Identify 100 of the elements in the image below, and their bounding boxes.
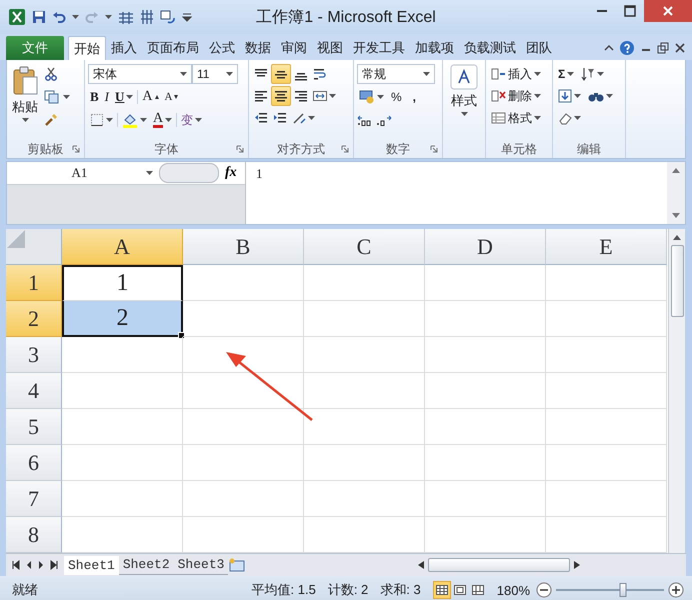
dialog-launcher-icon[interactable] [430, 145, 438, 153]
table-cell[interactable] [425, 301, 546, 337]
refresh-tool-icon[interactable] [160, 10, 176, 24]
restore-window-icon[interactable] [657, 42, 669, 54]
sheet-tab[interactable]: Sheet2 [118, 555, 174, 575]
cells-menu-button[interactable]: 删除 [489, 86, 543, 106]
decrease-font-size-button[interactable]: A [162, 87, 180, 107]
phonetic-guide-button[interactable]: 变 [179, 110, 204, 130]
ribbon-tab[interactable]: 负载测试 [459, 36, 521, 60]
first-sheet-icon[interactable] [12, 560, 20, 570]
row-header[interactable]: 1 [6, 265, 62, 301]
row-header[interactable]: 5 [6, 409, 62, 445]
column-tool-icon[interactable] [140, 9, 154, 25]
table-cell[interactable] [425, 445, 546, 481]
table-cell[interactable] [304, 337, 425, 373]
table-cell[interactable] [183, 265, 304, 301]
dialog-launcher-icon[interactable] [236, 145, 244, 153]
close-button[interactable] [644, 0, 692, 22]
spreadsheet-app-icon[interactable] [8, 8, 26, 26]
table-cell[interactable] [425, 337, 546, 373]
column-header[interactable]: B [183, 229, 304, 265]
table-cell[interactable] [183, 481, 304, 517]
help-icon[interactable] [619, 40, 635, 56]
column-header[interactable]: A [62, 229, 183, 265]
ribbon-tab[interactable]: 页面布局 [142, 36, 204, 60]
number-format-dropdown[interactable]: 常规 [357, 64, 435, 84]
table-cell[interactable] [425, 409, 546, 445]
ribbon-tab[interactable]: 视图 [312, 36, 348, 60]
table-cell[interactable] [546, 481, 667, 517]
font-size-dropdown[interactable]: 11 [192, 64, 238, 84]
normal-view-button[interactable] [432, 581, 451, 599]
table-cell[interactable] [62, 373, 183, 409]
fill-handle[interactable] [178, 332, 185, 339]
underline-button[interactable]: U [113, 87, 136, 107]
grid-tool-icon[interactable] [118, 10, 134, 24]
row-header[interactable]: 3 [6, 337, 62, 373]
table-cell[interactable] [304, 265, 425, 301]
table-cell[interactable] [62, 445, 183, 481]
font-color-button[interactable]: A [151, 110, 174, 130]
table-cell[interactable]: 2 [62, 301, 183, 337]
undo-icon[interactable] [52, 10, 66, 24]
row-header[interactable]: 8 [6, 517, 62, 553]
autosum-button[interactable]: Σ [556, 64, 576, 84]
file-tab[interactable]: 文件 [6, 36, 64, 60]
increase-decimal-icon[interactable] [357, 114, 373, 126]
table-cell[interactable] [304, 373, 425, 409]
ribbon-tab[interactable]: 开始 [68, 36, 106, 60]
middle-align-button[interactable] [271, 64, 291, 84]
increase-font-size-button[interactable]: A [140, 87, 161, 107]
ribbon-tab[interactable]: 公式 [204, 36, 240, 60]
percent-style-button[interactable]: % [389, 87, 404, 107]
save-icon[interactable] [32, 10, 46, 24]
ribbon-tab[interactable]: 加载项 [410, 36, 459, 60]
table-cell[interactable] [425, 265, 546, 301]
scrollbar-thumb[interactable] [670, 245, 684, 317]
copy-icon[interactable] [44, 90, 60, 104]
customize-menu-icon[interactable] [182, 12, 192, 22]
previous-sheet-icon[interactable] [26, 560, 32, 570]
decrease-decimal-icon[interactable] [376, 114, 392, 126]
ribbon-tab[interactable]: 插入 [106, 36, 142, 60]
bold-button[interactable]: B [88, 87, 101, 107]
table-cell[interactable] [304, 409, 425, 445]
collapse-ribbon-icon[interactable] [604, 43, 614, 53]
column-header[interactable]: C [304, 229, 425, 265]
font-name-dropdown[interactable]: 宋体 [88, 64, 192, 84]
table-cell[interactable] [425, 481, 546, 517]
dialog-launcher-icon[interactable] [72, 145, 80, 153]
comma-style-button[interactable]: , [406, 87, 422, 107]
horizontal-scrollbar-thumb[interactable] [428, 558, 570, 572]
cells-menu-button[interactable]: 插入 [489, 64, 543, 84]
table-cell[interactable]: 1 [62, 265, 183, 301]
sheet-tab[interactable]: Sheet1 [64, 556, 119, 574]
table-cell[interactable] [183, 445, 304, 481]
table-cell[interactable] [304, 481, 425, 517]
cells-menu-button[interactable]: 格式 [489, 108, 543, 128]
sheet-tab[interactable]: Sheet3 [174, 555, 228, 575]
table-cell[interactable] [304, 301, 425, 337]
table-cell[interactable] [546, 337, 667, 373]
format-painter-icon[interactable] [44, 113, 58, 127]
ribbon-tab[interactable]: 团队 [521, 36, 557, 60]
close-window-icon[interactable] [674, 42, 686, 54]
table-cell[interactable] [62, 409, 183, 445]
last-sheet-icon[interactable] [50, 560, 58, 570]
ribbon-tab[interactable]: 开发工具 [348, 36, 410, 60]
zoom-in-button[interactable] [668, 582, 684, 598]
column-header[interactable]: E [546, 229, 667, 265]
table-cell[interactable] [546, 445, 667, 481]
table-cell[interactable] [546, 265, 667, 301]
dialog-launcher-icon[interactable] [341, 145, 349, 153]
row-header[interactable]: 7 [6, 481, 62, 517]
scroll-up-icon[interactable] [672, 233, 682, 241]
table-cell[interactable] [546, 301, 667, 337]
row-header[interactable]: 2 [6, 301, 62, 337]
next-sheet-icon[interactable] [38, 560, 44, 570]
table-cell[interactable] [425, 373, 546, 409]
styles-button[interactable]: 样式 [448, 62, 480, 140]
table-cell[interactable] [183, 301, 304, 337]
zoom-slider-thumb[interactable] [619, 583, 626, 597]
scroll-right-icon[interactable] [573, 560, 581, 570]
row-header[interactable]: 4 [6, 373, 62, 409]
